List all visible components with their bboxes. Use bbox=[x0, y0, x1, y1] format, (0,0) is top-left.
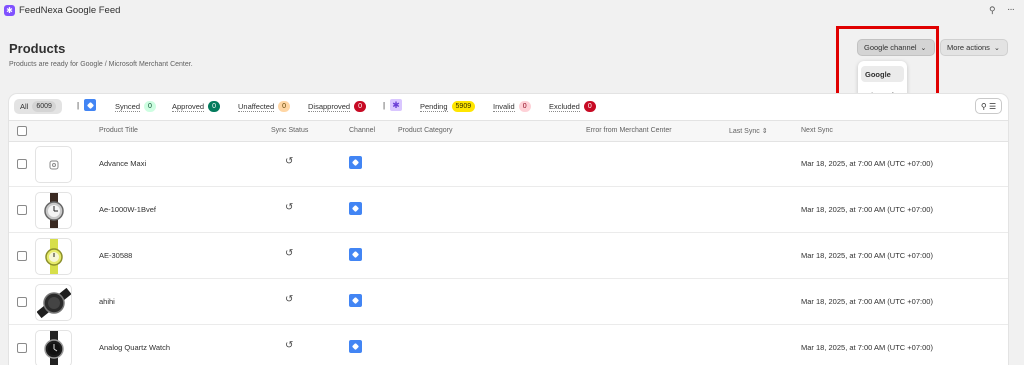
filter-approved[interactable]: Approved 0 bbox=[172, 101, 221, 112]
row-checkbox[interactable] bbox=[17, 251, 27, 261]
pin-icon[interactable]: ⚲ bbox=[989, 5, 996, 16]
watch-image bbox=[43, 193, 64, 228]
more-actions-button[interactable]: More actions ⌄ bbox=[940, 39, 1008, 56]
filter-synced[interactable]: Synced 0 bbox=[115, 101, 156, 112]
google-merchant-icon bbox=[349, 156, 362, 169]
filter-tabs: All 6009 | Synced 0 Approved 0 Unaffecte… bbox=[9, 94, 1008, 120]
table-row[interactable]: Analog Quartz Watch ↺ Mar 18, 2025, at 7… bbox=[9, 326, 1008, 365]
row-checkbox[interactable] bbox=[17, 205, 27, 215]
more-actions-label: More actions bbox=[947, 43, 990, 52]
product-title[interactable]: Advance Maxi bbox=[99, 159, 146, 168]
google-channel-icon bbox=[84, 99, 96, 111]
image-placeholder-icon bbox=[49, 160, 58, 169]
table-row[interactable]: Advance Maxi ↺ Mar 18, 2025, at 7:00 AM … bbox=[9, 142, 1008, 187]
table-row[interactable]: Ae-1000W-1Bvef ↺ Mar 18, 2025, at 7:00 A… bbox=[9, 188, 1008, 233]
row-checkbox[interactable] bbox=[17, 343, 27, 353]
product-thumbnail bbox=[35, 284, 72, 321]
product-title[interactable]: Analog Quartz Watch bbox=[99, 343, 170, 352]
filter-unaffected[interactable]: Unaffected 0 bbox=[238, 101, 291, 112]
column-sync-status: Sync Status bbox=[271, 127, 309, 134]
app-logo-icon: ✱ bbox=[4, 5, 15, 16]
watch-image bbox=[36, 287, 71, 318]
filter-count: 0 bbox=[208, 101, 221, 112]
next-sync: Mar 18, 2025, at 7:00 AM (UTC +07:00) bbox=[801, 343, 933, 352]
column-product-category: Product Category bbox=[398, 127, 453, 134]
app-title: FeedNexa Google Feed bbox=[19, 5, 121, 16]
filter-label: Pending bbox=[420, 101, 448, 112]
google-merchant-icon bbox=[349, 248, 362, 261]
filter-count: 6009 bbox=[32, 101, 56, 112]
page-subtitle: Products are ready for Google / Microsof… bbox=[9, 61, 193, 68]
divider: | bbox=[77, 101, 80, 110]
chevron-down-icon: ⌄ bbox=[993, 44, 1000, 52]
filter-disapproved[interactable]: Disapproved 0 bbox=[308, 101, 367, 112]
google-merchant-icon bbox=[349, 202, 362, 215]
watch-image bbox=[44, 239, 63, 274]
product-image-placeholder bbox=[35, 146, 72, 183]
row-checkbox[interactable] bbox=[17, 159, 27, 169]
row-checkbox[interactable] bbox=[17, 297, 27, 307]
search-filter-button[interactable]: ⚲ ☰ bbox=[975, 98, 1002, 114]
filter-count: 5909 bbox=[451, 101, 476, 112]
watch-image bbox=[43, 331, 64, 365]
top-bar: ✱ FeedNexa Google Feed ⚲ ··· bbox=[0, 0, 1024, 22]
filter-label: All bbox=[20, 102, 29, 111]
table-row[interactable]: ahihi ↺ Mar 18, 2025, at 7:00 AM (UTC +0… bbox=[9, 280, 1008, 325]
divider: | bbox=[383, 101, 386, 110]
page-title: Products bbox=[9, 41, 66, 56]
products-card: All 6009 | Synced 0 Approved 0 Unaffecte… bbox=[9, 94, 1008, 365]
next-sync: Mar 18, 2025, at 7:00 AM (UTC +07:00) bbox=[801, 205, 933, 214]
filter-count: 0 bbox=[278, 101, 291, 112]
history-icon: ↺ bbox=[285, 156, 294, 167]
filter-label: Excluded bbox=[549, 101, 580, 112]
filter-label: Disapproved bbox=[308, 101, 351, 112]
next-sync: Mar 18, 2025, at 7:00 AM (UTC +07:00) bbox=[801, 297, 933, 306]
microsoft-channel-icon: ✱ bbox=[390, 99, 402, 111]
column-error: Error from Merchant Center bbox=[586, 127, 672, 134]
history-icon: ↺ bbox=[285, 248, 294, 259]
last-sync-label: Last Sync bbox=[729, 128, 760, 135]
product-title[interactable]: ahihi bbox=[99, 297, 115, 306]
filter-excluded[interactable]: Excluded 0 bbox=[549, 101, 596, 112]
filter-label: Synced bbox=[115, 101, 141, 112]
product-title[interactable]: AE-30588 bbox=[99, 251, 132, 260]
column-channel: Channel bbox=[349, 127, 376, 134]
google-merchant-icon bbox=[349, 340, 362, 353]
select-all-checkbox[interactable] bbox=[17, 126, 27, 136]
filter-count: 0 bbox=[583, 101, 596, 112]
history-icon: ↺ bbox=[285, 340, 294, 351]
filter-count: 0 bbox=[518, 101, 531, 112]
product-thumbnail bbox=[35, 330, 72, 365]
product-thumbnail bbox=[35, 238, 72, 275]
filter-lines-icon: ☰ bbox=[986, 101, 997, 111]
next-sync: Mar 18, 2025, at 7:00 AM (UTC +07:00) bbox=[801, 251, 933, 260]
column-last-sync[interactable]: Last Sync ⇕ bbox=[729, 127, 768, 135]
product-title[interactable]: Ae-1000W-1Bvef bbox=[99, 205, 156, 214]
filter-label: Invalid bbox=[493, 101, 515, 112]
filter-all[interactable]: All 6009 bbox=[14, 99, 62, 114]
filter-label: Unaffected bbox=[238, 101, 275, 112]
column-next-sync: Next Sync bbox=[801, 127, 833, 134]
history-icon: ↺ bbox=[285, 294, 294, 305]
product-thumbnail bbox=[35, 192, 72, 229]
table-header: Product Title Sync Status Channel Produc… bbox=[9, 120, 1008, 142]
next-sync: Mar 18, 2025, at 7:00 AM (UTC +07:00) bbox=[801, 159, 933, 168]
sort-icon: ⇕ bbox=[761, 128, 768, 135]
column-product-title: Product Title bbox=[99, 127, 138, 134]
filter-label: Approved bbox=[172, 101, 205, 112]
history-icon: ↺ bbox=[285, 202, 294, 213]
filter-pending[interactable]: Pending 5909 bbox=[420, 101, 476, 112]
filter-count: 0 bbox=[144, 101, 156, 112]
filter-invalid[interactable]: Invalid 0 bbox=[493, 101, 531, 112]
filter-count: 0 bbox=[354, 101, 367, 112]
more-options-icon[interactable]: ··· bbox=[1007, 4, 1015, 15]
google-merchant-icon bbox=[349, 294, 362, 307]
table-row[interactable]: AE-30588 ↺ Mar 18, 2025, at 7:00 AM (UTC… bbox=[9, 234, 1008, 279]
